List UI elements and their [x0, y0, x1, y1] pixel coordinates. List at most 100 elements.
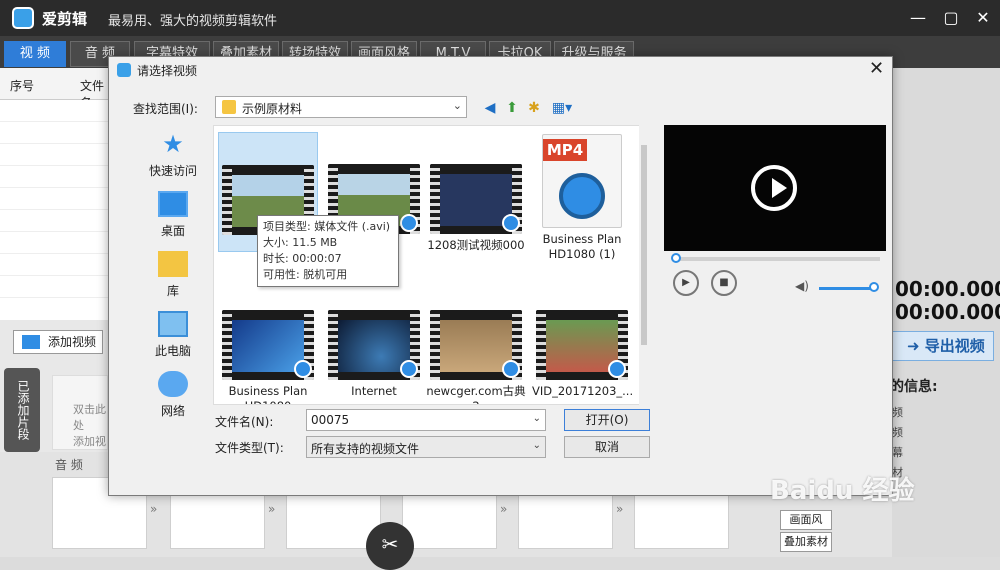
stop-button[interactable]: ■	[711, 270, 737, 296]
export-video-button[interactable]: ➜ 导出视频	[888, 331, 994, 361]
cancel-button[interactable]: 取消	[564, 436, 650, 458]
info-line: 频	[892, 406, 903, 419]
maximize-button[interactable]: ▢	[938, 6, 964, 30]
places-sidebar: ★ 快速访问 桌面 库 此电脑 网络	[133, 125, 213, 421]
scrollbar-thumb[interactable]	[641, 145, 647, 345]
file-item[interactable]: 1208测试视频000	[426, 164, 526, 253]
arrow-icon: »	[150, 502, 158, 516]
place-library[interactable]: 库	[133, 251, 213, 299]
column-index[interactable]: 序号	[10, 77, 34, 94]
chevron-down-icon: ⌄	[532, 440, 541, 451]
tooltip-size: 大小: 11.5 MB	[263, 236, 338, 249]
open-file-dialog: 请选择视频 ✕ 查找范围(I): 示例原材料 ⌄ ◀ ⬆ ✱ ▦▾ ★ 快速访问…	[108, 56, 893, 496]
video-thumbnail	[536, 310, 628, 380]
file-item[interactable]: newcger.com古典2	[426, 310, 526, 404]
app-titlebar: 爱剪辑 最易用、强大的视频剪辑软件 — ▢ ✕	[0, 0, 1000, 36]
export-arrow-icon: ➜	[907, 337, 925, 355]
file-name: Internet	[351, 384, 397, 398]
minimize-button[interactable]: —	[905, 6, 931, 30]
added-clips-tab[interactable]: 已添加片段	[4, 368, 40, 452]
add-video-button[interactable]: 添加视频	[13, 330, 103, 354]
media-badge-icon	[502, 214, 520, 232]
place-this-pc[interactable]: 此电脑	[133, 311, 213, 359]
tooltip-availability: 可用性: 脱机可用	[263, 268, 348, 281]
star-icon: ★	[162, 130, 184, 158]
clip-drop-area[interactable]: 双击此处 添加视	[52, 375, 108, 450]
back-icon[interactable]: ◀	[481, 99, 499, 117]
list-item	[0, 276, 108, 298]
play-button[interactable]: ▶	[673, 270, 699, 296]
file-tooltip: 项目类型: 媒体文件 (.avi) 大小: 11.5 MB 时长: 00:00:…	[257, 215, 399, 287]
media-badge-icon	[608, 360, 626, 378]
filename-value: 00075	[311, 413, 350, 427]
file-name: Business Plan HD1080	[228, 384, 308, 404]
app-slogan: 最易用、强大的视频剪辑软件	[108, 14, 278, 29]
file-name: Business Plan HD1080 (1)	[542, 232, 622, 261]
tab-video[interactable]: 视 频	[4, 41, 66, 67]
file-name: newcger.com古典2	[426, 384, 526, 404]
place-label: 网络	[160, 404, 185, 418]
lookin-value: 示例原材料	[242, 102, 303, 116]
volume-icon[interactable]: ◀)	[795, 279, 809, 293]
file-scrollbar[interactable]	[639, 125, 649, 405]
filetype-dropdown[interactable]: 所有支持的视频文件 ⌄	[306, 436, 546, 458]
time-display: 00:00.000	[895, 300, 1000, 324]
video-preview[interactable]	[664, 125, 886, 251]
scissors-icon[interactable]: ✂	[366, 522, 414, 570]
close-app-button[interactable]: ✕	[970, 6, 996, 30]
file-item[interactable]: VID_20171203_...	[532, 310, 633, 399]
app-name: 爱剪辑	[42, 10, 88, 28]
list-item	[0, 122, 108, 144]
place-label: 快速访问	[148, 164, 197, 178]
film-icon	[22, 335, 40, 349]
new-folder-icon[interactable]: ✱	[525, 99, 543, 117]
video-thumbnail	[430, 310, 522, 380]
list-item	[0, 166, 108, 188]
info-title: 的信息:	[890, 379, 938, 395]
chevron-down-icon[interactable]: ⌄	[533, 413, 541, 424]
file-item[interactable]: Internet	[324, 310, 424, 399]
view-menu-icon[interactable]: ▦▾	[549, 99, 575, 117]
desktop-icon	[158, 191, 188, 217]
file-item[interactable]: MP4 Business Plan HD1080 (1)	[532, 134, 632, 262]
volume-slider[interactable]	[819, 287, 875, 290]
volume-handle[interactable]	[869, 282, 879, 292]
place-quick-access[interactable]: ★ 快速访问	[133, 131, 213, 179]
arrow-icon: »	[616, 502, 624, 516]
file-list-header: 序号 文件名	[0, 68, 108, 110]
seek-bar[interactable]	[671, 253, 880, 263]
place-label: 桌面	[160, 224, 185, 238]
play-icon[interactable]	[751, 165, 797, 211]
up-folder-icon[interactable]: ⬆	[503, 99, 521, 117]
overlay-materials-button[interactable]: 叠加素材	[780, 532, 832, 552]
place-desktop[interactable]: 桌面	[133, 191, 213, 239]
video-thumbnail	[430, 164, 522, 234]
file-item[interactable]: Business Plan HD1080	[218, 310, 318, 404]
media-badge-icon	[502, 360, 520, 378]
audio-track-label: 音 频	[55, 458, 83, 472]
place-network[interactable]: 网络	[133, 371, 213, 419]
info-line: 频	[892, 426, 903, 439]
list-item	[0, 232, 108, 254]
filename-input[interactable]: 00075 ⌄	[306, 409, 546, 431]
lookin-dropdown[interactable]: 示例原材料 ⌄	[215, 96, 467, 118]
media-badge-icon	[400, 360, 418, 378]
mp4-file-icon: MP4	[542, 134, 622, 228]
file-list[interactable]	[0, 100, 108, 320]
library-icon	[158, 251, 188, 277]
arrow-icon: »	[268, 502, 276, 516]
filetype-label: 文件类型(T):	[215, 441, 284, 455]
watermark: Baidu 经验	[770, 476, 915, 506]
dialog-title: 请选择视频	[137, 64, 198, 78]
place-label: 库	[166, 284, 179, 298]
dialog-close-button[interactable]: ✕	[869, 58, 884, 79]
add-video-label: 添加视频	[48, 335, 97, 349]
video-thumbnail	[328, 310, 420, 380]
picture-style-button[interactable]: 画面风	[780, 510, 832, 530]
network-icon	[158, 371, 188, 397]
open-button[interactable]: 打开(O)	[564, 409, 650, 431]
file-name: 1208测试视频000	[427, 238, 525, 252]
folder-icon	[222, 100, 236, 114]
info-line: 幕	[892, 446, 903, 459]
seek-handle[interactable]	[671, 253, 681, 263]
